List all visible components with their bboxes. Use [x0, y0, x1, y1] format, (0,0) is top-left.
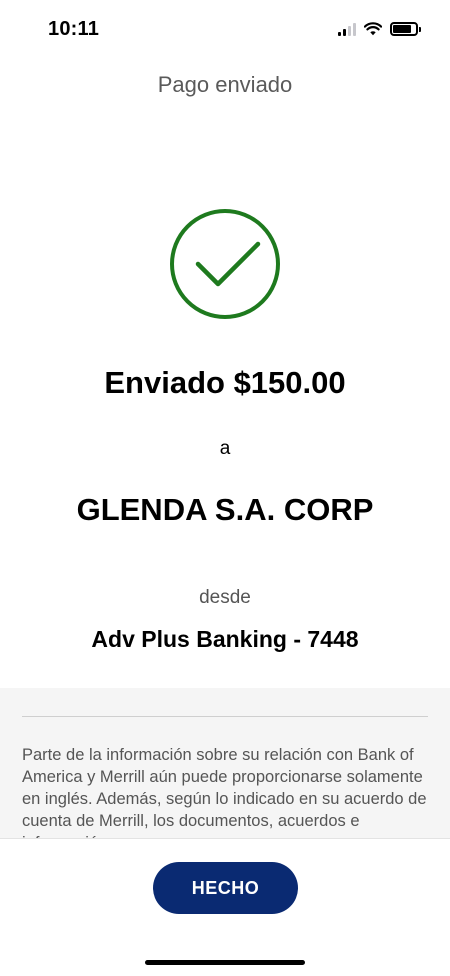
disclosure-section[interactable]: Parte de la información sobre su relació…: [0, 688, 450, 838]
home-indicator[interactable]: [145, 960, 305, 965]
footer: HECHO: [0, 838, 450, 976]
done-button[interactable]: HECHO: [153, 862, 298, 914]
sent-amount: Enviado $150.00: [104, 365, 346, 400]
to-label: a: [219, 438, 231, 459]
payee-name: GLENDA S.A. CORP: [76, 492, 374, 527]
battery-icon: [390, 22, 421, 36]
from-label: desde: [199, 587, 251, 608]
wifi-icon: [364, 22, 382, 36]
source-account: Adv Plus Banking - 7448: [91, 626, 359, 652]
cellular-signal-icon: [338, 22, 356, 36]
disclosure-text: Parte de la información sobre su relació…: [22, 746, 427, 838]
status-bar: 10:11: [0, 0, 450, 60]
page-title: Pago enviado: [157, 72, 293, 97]
status-icons: [338, 22, 421, 36]
divider: [22, 716, 428, 717]
checkmark-circle-icon: [169, 208, 281, 320]
status-time: 10:11: [48, 18, 100, 40]
